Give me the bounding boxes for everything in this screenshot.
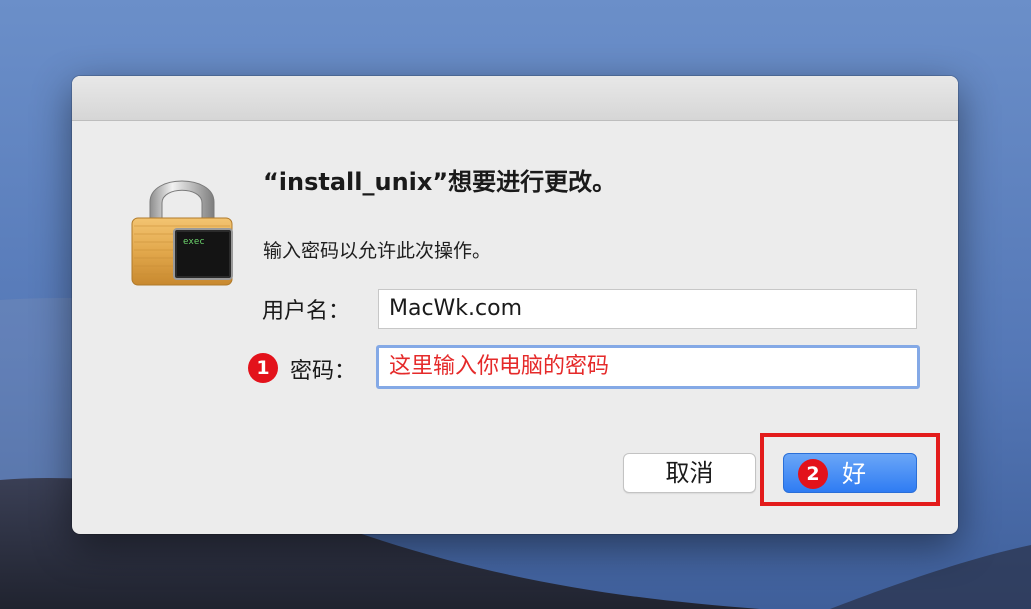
ok-button[interactable]: 2 好 — [783, 453, 917, 493]
authorization-dialog: exec “install_unix”想要进行更改。 输入密码以允许此次操作。 … — [72, 76, 958, 534]
password-label: 密码： — [290, 359, 357, 384]
dialog-message: 输入密码以允许此次操作。 — [263, 240, 492, 262]
desktop-background: exec “install_unix”想要进行更改。 输入密码以允许此次操作。 … — [0, 0, 1031, 609]
cancel-button[interactable]: 取消 — [623, 453, 756, 493]
padlock-exec-icon: exec — [131, 180, 233, 286]
dialog-title: “install_unix”想要进行更改。 — [263, 168, 617, 196]
password-field[interactable]: 这里输入你电脑的密码 — [376, 345, 920, 389]
step-2-badge: 2 — [798, 459, 828, 489]
username-label: 用户名： — [262, 299, 351, 324]
exec-label: exec — [183, 237, 205, 247]
dialog-titlebar — [72, 76, 958, 121]
username-field[interactable]: MacWk.com — [378, 289, 917, 329]
ok-button-label: 好 — [842, 460, 866, 488]
step-1-badge: 1 — [248, 353, 278, 383]
